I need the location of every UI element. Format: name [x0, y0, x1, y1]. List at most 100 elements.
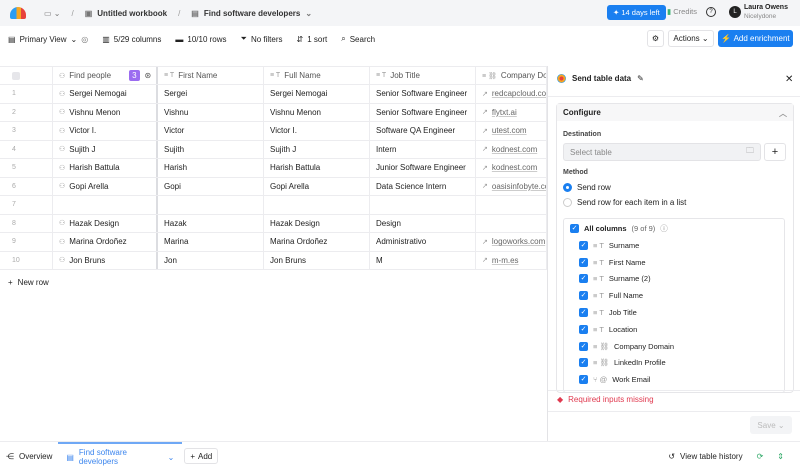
cell-find-people[interactable]: ⚇ Hazak Design — [53, 214, 158, 232]
checkbox-checked[interactable]: ✓ — [579, 375, 588, 385]
info-icon[interactable]: ◎ — [81, 35, 88, 44]
cell-company-domain[interactable]: ↗ kodnest.com — [476, 159, 547, 177]
rows-button[interactable]: ▬ 10/10 rows — [175, 35, 226, 44]
external-link-icon[interactable]: ↗ — [482, 127, 488, 135]
column-checkbox-item[interactable]: ✓ ≡ T Surname — [564, 237, 784, 254]
cell-find-people[interactable]: ⚇ Harish Battula — [53, 159, 158, 177]
cell-full-name[interactable]: Victor I. — [264, 122, 370, 140]
checkbox-checked[interactable]: ✓ — [579, 308, 588, 318]
checkbox-checked[interactable]: ✓ — [570, 223, 579, 233]
cell-company-domain[interactable]: ↗ oasisinfobyte.com — [476, 177, 547, 195]
column-checkbox-item[interactable]: ✓ ≡ ⛓ Company Domain — [564, 338, 784, 355]
table-row[interactable]: 4 ⚇ Sujith J Sujith Sujith J Intern ↗ kodn… — [0, 140, 547, 159]
tab-find-software-developers[interactable]: ▤ Find software developers ⌄ — [58, 441, 183, 471]
table-row[interactable]: 3 ⚇ Victor I. Victor Victor I. Software Q… — [0, 122, 547, 141]
cell-first-name[interactable]: Sergei — [158, 85, 264, 103]
chevron-up-icon[interactable]: ︿ — [779, 108, 787, 118]
refresh-icon[interactable]: ⟳ — [757, 452, 764, 461]
external-link-icon[interactable]: ↗ — [482, 90, 488, 98]
breadcrumb-table[interactable]: Find software developers — [204, 9, 300, 18]
external-link-icon[interactable]: ↗ — [482, 108, 488, 116]
cell-find-people[interactable]: ⚇ Jon Bruns — [53, 251, 158, 269]
settings-icon[interactable]: ⊛ — [145, 71, 152, 80]
checkbox-checked[interactable]: ✓ — [579, 324, 588, 334]
view-selector[interactable]: ▤ Primary View ⌄ ◎ — [8, 35, 88, 44]
all-columns-checkbox[interactable]: ✓ All columns (9 of 9) ⓘ — [564, 219, 784, 237]
checkbox-checked[interactable]: ✓ — [579, 341, 588, 351]
cell-job-title[interactable]: Junior Software Engineer — [370, 159, 476, 177]
checkbox-checked[interactable]: ✓ — [579, 274, 588, 284]
cell-company-domain[interactable] — [476, 196, 547, 214]
external-link-icon[interactable]: ↗ — [482, 256, 488, 264]
column-checkbox-item[interactable]: ✓ ≡ T Full Name — [564, 287, 784, 304]
save-button[interactable]: Save ⌄ — [750, 416, 792, 434]
checkbox-checked[interactable]: ✓ — [579, 240, 588, 250]
avatar[interactable]: L — [729, 6, 741, 18]
cell-job-title[interactable]: Software QA Engineer — [370, 122, 476, 140]
external-link-icon[interactable]: ↗ — [482, 164, 488, 172]
cell-first-name[interactable]: Vishnu — [158, 103, 264, 121]
domain-link[interactable]: m-m.es — [492, 256, 519, 265]
cell-full-name[interactable]: Marina Ordoñez — [264, 233, 370, 251]
columns-button[interactable]: ▥ 5/29 columns — [102, 35, 161, 44]
edit-icon[interactable]: ✎ — [637, 74, 644, 83]
cell-full-name[interactable]: Gopi Arella — [264, 177, 370, 195]
cell-job-title[interactable] — [370, 196, 476, 214]
table-row[interactable]: 1 ⚇ Sergei Nemogai Sergei Sergei Nemogai … — [0, 85, 547, 104]
header-company-domain[interactable]: ≡ ⛓ Company Do — [476, 67, 547, 84]
add-tab-button[interactable]: + Add — [184, 448, 219, 464]
add-enrichment-button[interactable]: ⚡ Add enrichment — [718, 30, 793, 47]
cell-company-domain[interactable]: ↗ redcapcloud.com — [476, 85, 547, 103]
column-checkbox-item[interactable]: ✓ ≡ T First Name — [564, 254, 784, 271]
table-row[interactable]: 2 ⚇ Vishnu Menon Vishnu Vishnu Menon Seni… — [0, 103, 547, 122]
header-job-title[interactable]: ≡ T Job Title — [370, 67, 476, 84]
cell-job-title[interactable]: Data Science Intern — [370, 177, 476, 195]
domain-link[interactable]: redcapcloud.com — [492, 89, 546, 98]
cell-first-name[interactable]: Sujith — [158, 140, 264, 158]
method-send-row[interactable]: Send row — [563, 180, 686, 195]
checkbox-checked[interactable]: ✓ — [579, 257, 588, 267]
cell-full-name[interactable]: Hazak Design — [264, 214, 370, 232]
header-full-name[interactable]: ≡ T Full Name — [264, 67, 370, 84]
external-link-icon[interactable]: ↗ — [482, 182, 488, 190]
domain-link[interactable]: flytxt.ai — [492, 108, 517, 117]
cell-company-domain[interactable]: ↗ m-m.es — [476, 251, 547, 269]
cell-first-name[interactable] — [158, 196, 264, 214]
view-table-history-button[interactable]: ↺ View table history — [668, 452, 742, 461]
cell-first-name[interactable]: Jon — [158, 251, 264, 269]
folder-icon[interactable]: ▭ ⌄ — [44, 9, 60, 18]
filter-button[interactable]: ⏷ No filters — [241, 34, 283, 44]
actions-button[interactable]: Actions ⌄ — [668, 30, 714, 47]
breadcrumb-workbook[interactable]: Untitled workbook — [97, 9, 167, 18]
cell-first-name[interactable]: Marina — [158, 233, 264, 251]
column-checkbox-item[interactable]: ✓ ≡ T Surname (2) — [564, 271, 784, 288]
cell-find-people[interactable]: ⚇ Sergei Nemogai — [53, 85, 158, 103]
destination-select[interactable]: Select table 🗀 — [563, 143, 761, 161]
search-button[interactable]: ⌕ Search — [341, 34, 375, 44]
domain-link[interactable]: utest.com — [492, 126, 527, 135]
cell-full-name[interactable]: Sergei Nemogai — [264, 85, 370, 103]
radio-selected[interactable] — [563, 183, 572, 192]
cell-full-name[interactable]: Jon Bruns — [264, 251, 370, 269]
table-row[interactable]: 6 ⚇ Gopi Arella Gopi Gopi Arella Data Sci… — [0, 177, 547, 196]
domain-link[interactable]: kodnest.com — [492, 163, 537, 172]
cell-company-domain[interactable]: ↗ utest.com — [476, 122, 547, 140]
configure-header[interactable]: Configure ︿ — [557, 104, 793, 121]
cell-job-title[interactable]: Senior Software Engineer — [370, 85, 476, 103]
table-row[interactable]: 8 ⚇ Hazak Design Hazak Hazak Design Desig… — [0, 214, 547, 233]
method-send-row-each[interactable]: Send row for each item in a list — [563, 195, 686, 210]
column-checkbox-item[interactable]: ✓ ≡ T Job Title — [564, 304, 784, 321]
radio-unselected[interactable] — [563, 198, 572, 207]
cell-find-people[interactable]: ⚇ Victor I. — [53, 122, 158, 140]
column-checkbox-item[interactable]: ✓ ≡ T Location — [564, 321, 784, 338]
help-icon[interactable]: ? — [706, 7, 716, 17]
cell-find-people[interactable]: ⚇ Gopi Arella — [53, 177, 158, 195]
cell-find-people[interactable]: ⚇ Vishnu Menon — [53, 103, 158, 121]
cell-first-name[interactable]: Gopi — [158, 177, 264, 195]
sort-button[interactable]: ⇵ 1 sort — [297, 35, 328, 44]
domain-link[interactable]: oasisinfobyte.com — [492, 182, 546, 191]
table-row[interactable]: 5 ⚇ Harish Battula Harish Harish Battula … — [0, 159, 547, 178]
external-link-icon[interactable]: ↗ — [482, 145, 488, 153]
cell-job-title[interactable]: M — [370, 251, 476, 269]
new-row-button[interactable]: + New row — [8, 278, 49, 287]
